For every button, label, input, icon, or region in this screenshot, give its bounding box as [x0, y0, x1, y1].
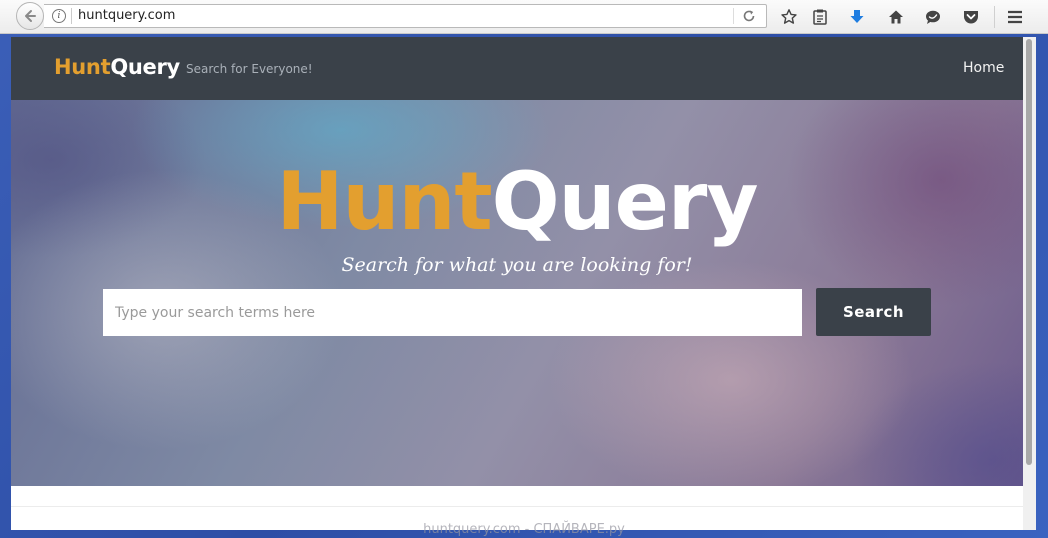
watermark-text: huntquery.com - СПАЙВАРЕ.ру [423, 522, 625, 537]
reading-list-icon[interactable] [810, 7, 830, 27]
url-text[interactable]: huntquery.com [78, 8, 175, 23]
back-arrow-icon [25, 10, 36, 22]
reload-icon[interactable] [742, 9, 756, 23]
hero-logo-query: Query [491, 155, 759, 248]
toolbar-divider [994, 6, 995, 28]
reload-separator [733, 8, 734, 24]
home-icon[interactable] [886, 7, 906, 27]
nav-home-link[interactable]: Home [963, 60, 1004, 76]
site-navbar: HuntQuery Search for Everyone! Home [11, 37, 1023, 100]
page-viewport: HuntQuery Search for Everyone! Home Hunt… [11, 37, 1036, 530]
chat-icon[interactable] [923, 7, 943, 27]
nav-brand-hunt: Hunt [54, 55, 111, 79]
search-input[interactable] [103, 289, 802, 336]
nav-brand-logo[interactable]: HuntQuery [54, 55, 180, 79]
content-divider [11, 506, 1023, 507]
back-button[interactable] [16, 2, 44, 30]
hero-section: HuntQuery Search for what you are lookin… [11, 100, 1023, 486]
info-icon[interactable]: i [52, 9, 66, 23]
url-bar[interactable]: i huntquery.com [44, 4, 767, 28]
url-separator [71, 8, 72, 24]
download-icon[interactable] [847, 7, 867, 27]
browser-toolbar: i huntquery.com [0, 0, 1048, 34]
nav-tagline: Search for Everyone! [186, 62, 313, 76]
hero-logo-hunt: Hunt [276, 155, 493, 248]
bookmark-star-icon[interactable] [779, 7, 799, 27]
hero-logo: HuntQuery [11, 154, 1023, 250]
hamburger-menu-icon[interactable] [1005, 7, 1025, 27]
scrollbar-track[interactable] [1023, 37, 1036, 530]
scrollbar-thumb[interactable] [1026, 39, 1032, 465]
search-button[interactable]: Search [816, 288, 931, 336]
pocket-icon[interactable] [961, 7, 981, 27]
hero-subtitle: Search for what you are looking for! [341, 254, 693, 276]
nav-brand-query: Query [110, 55, 180, 79]
